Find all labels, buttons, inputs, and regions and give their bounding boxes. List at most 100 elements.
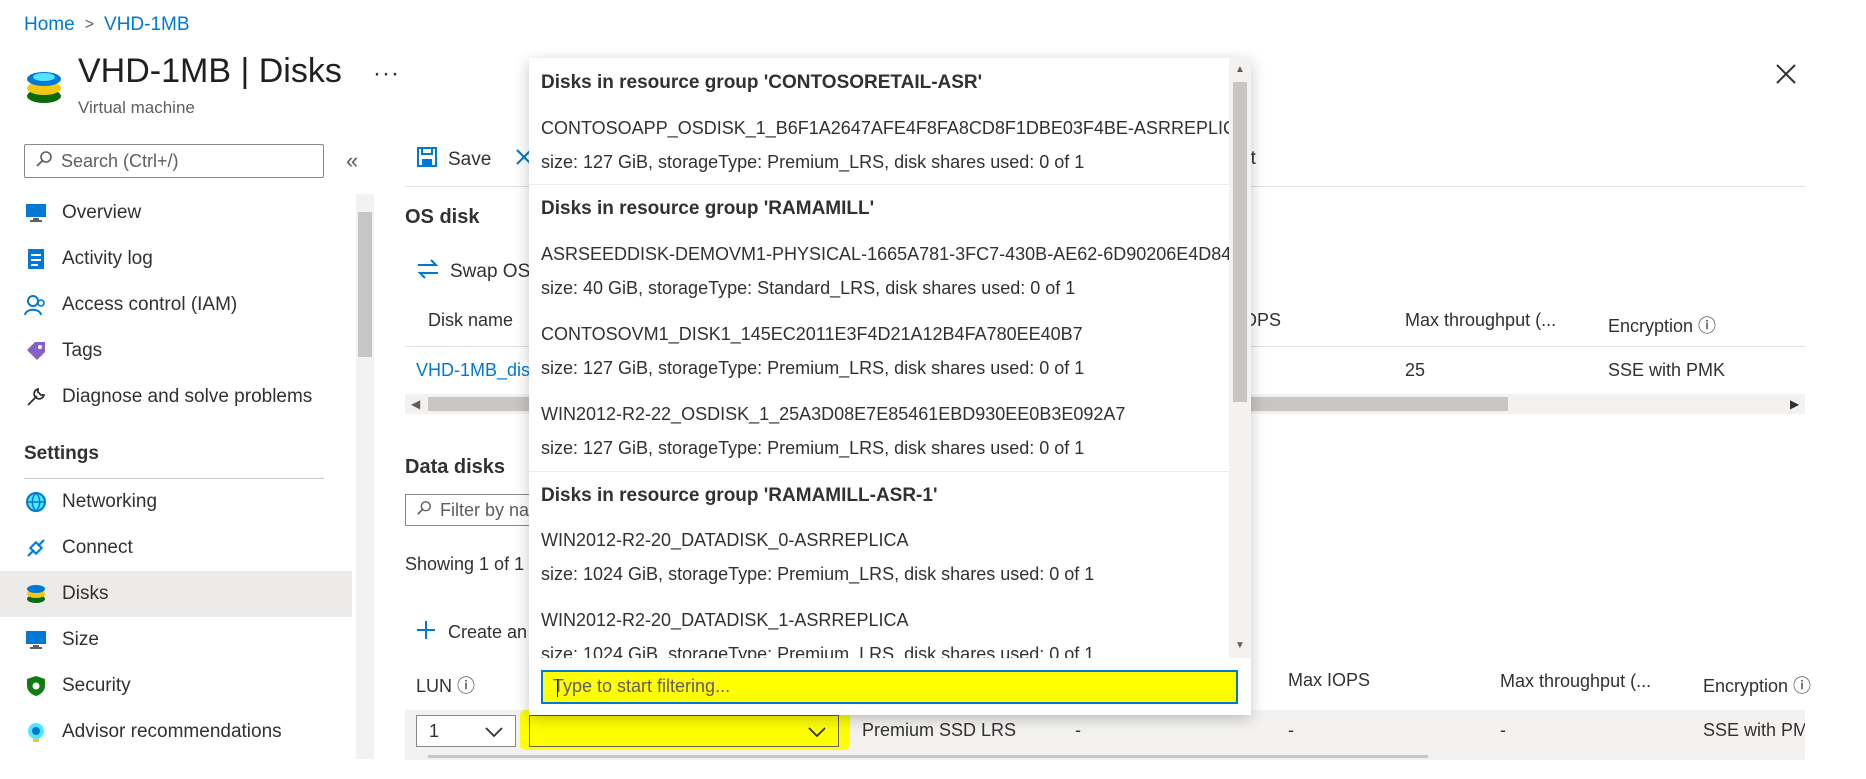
dropdown-divider [529,471,1229,472]
chevron-down-icon [808,721,826,742]
sidebar-item-label: Activity log [62,248,153,269]
os-disk-name-link[interactable]: VHD-1MB_dis [416,360,530,381]
sidebar-item-connect[interactable]: Connect [0,525,352,571]
save-button[interactable]: Save [448,149,491,171]
os-disk-encryption: SSE with PMK [1608,360,1726,380]
monitor-icon [24,628,48,652]
disk-option-meta: size: 127 GiB, storageType: Premium_LRS,… [541,438,1085,458]
connect-icon [24,536,48,560]
sidebar-scrollbar-thumb[interactable] [358,212,372,357]
activity-log-icon [24,247,48,271]
wrench-icon [24,385,48,409]
os-disk-title: OS disk [405,206,480,228]
filter-placeholder: Type to start filtering... [553,676,731,696]
scroll-up-icon[interactable]: ▲ [1233,64,1247,75]
sidebar-item-label: Advisor recommendations [62,721,282,742]
disk-throughput: - [1500,720,1506,740]
disk-option-meta: size: 40 GiB, storageType: Standard_LRS,… [541,278,1076,298]
dropdown-divider [529,184,1229,185]
disk-option-name: WIN2012-R2-20_DATADISK_1-ASRREPLICA [541,610,909,630]
sidebar-item-diagnose[interactable]: Diagnose and solve problems [0,374,352,420]
chevron-down-icon [485,721,503,742]
disk-size: - [1075,720,1081,740]
search-icon [416,500,432,521]
globe-icon [24,490,48,514]
sidebar-item-networking[interactable]: Networking [0,479,352,525]
data-disks-title: Data disks [405,456,506,478]
scroll-down-icon[interactable]: ▼ [1233,640,1247,651]
breadcrumb-vm-link[interactable]: VHD-1MB [104,14,190,36]
column-max-throughput[interactable]: Max throughput (... [1405,310,1556,331]
dropdown-group-heading: Disks in resource group 'CONTOSORETAIL-A… [541,72,983,93]
toolbar: Save [416,146,533,174]
create-label: Create an [448,622,528,642]
sidebar-item-label: Disks [62,583,109,604]
page-subtitle: Virtual machine [78,98,195,117]
create-attach-disk-button[interactable]: Create an [416,620,527,645]
disk-name-select[interactable] [529,715,839,747]
disk-option-name: CONTOSOVM1_DISK1_145EC2011E3F4D21A12B4FA… [541,324,1083,344]
lun-value: 1 [429,720,440,741]
search-icon [35,150,53,173]
dropdown-scrollbar-thumb[interactable] [1233,82,1247,402]
save-icon [416,146,438,174]
column-lun[interactable]: LUN ⓘ [416,672,475,698]
swap-os-disk-button[interactable]: Swap OS [416,258,530,286]
sidebar-item-tags[interactable]: Tags [0,328,352,374]
breadcrumb-home-link[interactable]: Home [24,14,75,36]
more-options-button[interactable]: ··· [373,60,400,88]
sidebar-search-input[interactable]: Search (Ctrl+/) [24,144,324,178]
column-encryption[interactable]: Encryption ⓘ [1608,312,1716,338]
shield-icon [24,674,48,698]
sidebar-item-label: Size [62,629,99,650]
column-max-iops[interactable]: Max IOPS [1288,670,1370,691]
sidebar-item-activity-log[interactable]: Activity log [0,236,352,282]
disk-option-name: WIN2012-R2-20_DATADISK_0-ASRREPLICA [541,530,909,550]
data-table-scrollbar[interactable] [428,755,1428,758]
column-disk-name[interactable]: Disk name [428,310,513,331]
dropdown-filter-input[interactable]: Type to start filtering... [541,670,1238,704]
disk-option-meta: size: 127 GiB, storageType: Premium_LRS,… [541,358,1085,378]
column-max-throughput[interactable]: Max throughput (... [1500,671,1651,692]
os-disk-throughput: 25 [1405,360,1426,380]
search-placeholder: Search (Ctrl+/) [61,150,179,171]
plus-icon [416,620,436,645]
lun-select[interactable]: 1 [416,715,516,747]
disk-icon [24,66,64,106]
disk-option-name: ASRSEEDDISK-DEMOVM1-PHYSICAL-1665A781-3F… [541,244,1229,264]
sidebar-item-label: Diagnose and solve problems [62,386,313,407]
dropdown-list: Disks in resource group 'CONTOSORETAIL-A… [529,58,1229,658]
monitor-icon [24,201,48,225]
disk-option-meta: size: 127 GiB, storageType: Premium_LRS,… [541,152,1085,172]
people-icon [24,293,48,317]
sidebar-item-advisor[interactable]: Advisor recommendations [0,709,352,755]
sidebar-item-label: Security [62,675,131,696]
sidebar-item-size[interactable]: Size [0,617,352,663]
disk-option-name: WIN2012-R2-22_OSDISK_1_25A3D08E7E85461EB… [541,404,1126,424]
swap-icon [416,258,440,286]
disk-option-meta: size: 1024 GiB, storageType: Premium_LRS… [541,564,1095,584]
page-title: VHD-1MB | Disks [78,52,342,90]
scroll-right-icon[interactable]: ▶ [1790,397,1799,411]
advisor-icon [24,720,48,744]
disk-icon [24,582,48,606]
breadcrumb-separator: > [84,16,95,33]
tag-icon [24,339,48,363]
sidebar-item-security[interactable]: Security [0,663,352,709]
swap-os-label: Swap OS [450,261,531,282]
sidebar-item-access-control[interactable]: Access control (IAM) [0,282,352,328]
dropdown-group-heading: Disks in resource group 'RAMAMILL-ASR-1' [541,485,938,506]
close-icon[interactable] [1774,62,1798,86]
sidebar-item-label: Access control (IAM) [62,294,238,315]
showing-count: Showing 1 of 1 [405,554,525,574]
sidebar-item-label: Overview [62,202,142,223]
disk-select-dropdown: Disks in resource group 'CONTOSORETAIL-A… [529,58,1251,715]
column-encryption[interactable]: Encryption ⓘ [1703,672,1811,698]
storage-type: Premium SSD LRS [862,720,1017,740]
sidebar-item-overview[interactable]: Overview [0,190,352,236]
sidebar-item-disks[interactable]: Disks [0,571,352,617]
disk-encryption: SSE with PMI [1703,720,1805,740]
collapse-sidebar-button[interactable]: « [346,148,358,174]
scroll-left-icon[interactable]: ◀ [411,397,420,411]
sidebar-item-label: Connect [62,537,133,558]
